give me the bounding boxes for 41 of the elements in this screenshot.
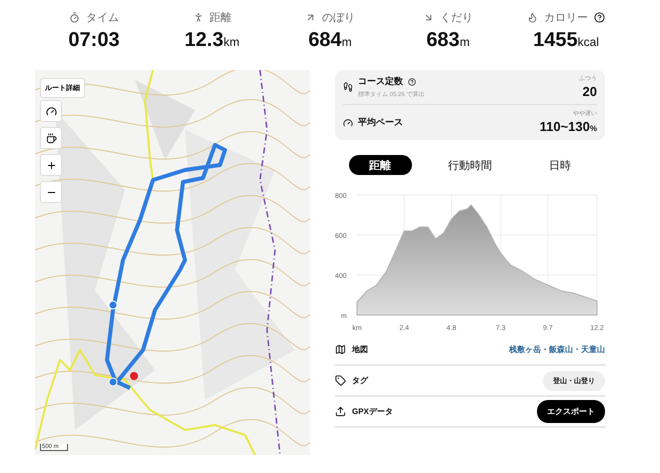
stopwatch-icon <box>69 12 80 23</box>
summary-label: 平均ペース <box>358 116 403 129</box>
cup-icon[interactable] <box>40 127 62 149</box>
help-icon[interactable] <box>408 78 416 86</box>
stat-unit: km <box>223 35 240 49</box>
walking-icon <box>192 12 204 23</box>
stat-label: タイム <box>86 11 119 25</box>
row-label: タグ <box>352 375 368 386</box>
summary-unit: % <box>590 124 597 133</box>
stat-label: カロリー <box>544 11 588 25</box>
map-icon <box>335 344 346 355</box>
stat-value: 683 <box>426 29 460 52</box>
chart-tab[interactable]: 日時 <box>528 155 592 175</box>
zoom-in-icon[interactable] <box>40 154 62 176</box>
arrow-up-right-icon <box>305 12 316 23</box>
gauge-icon[interactable] <box>40 100 62 122</box>
upload-icon <box>335 406 346 417</box>
row-label: GPXデータ <box>352 406 393 417</box>
arrow-down-right-icon <box>423 12 434 23</box>
stat-label: 距離 <box>210 11 232 25</box>
summary-value: 20 <box>582 84 597 98</box>
stat-value: 684 <box>308 29 342 52</box>
row-label: 地図 <box>352 344 368 355</box>
help-icon[interactable] <box>594 12 605 23</box>
summary-label: コース定数 <box>358 75 403 88</box>
stat-unit: kcal <box>578 35 599 49</box>
gauge-icon <box>343 118 353 128</box>
flame-icon <box>527 12 538 23</box>
stat-unit: m <box>342 35 352 49</box>
stat-value: 07:03 <box>68 29 120 52</box>
stat-value: 1455 <box>533 29 578 52</box>
summary-value: 110~130 <box>540 119 590 134</box>
stat-label: のぼり <box>322 11 355 25</box>
stat-label: くだり <box>440 11 473 25</box>
stat-value: 12.3 <box>184 29 224 52</box>
export-button[interactable]: エクスポート <box>537 400 605 423</box>
stat-unit: m <box>460 35 470 49</box>
chart-tab[interactable]: 行動時間 <box>438 155 502 175</box>
chart-tab[interactable]: 距離 <box>348 155 412 175</box>
tag-icon <box>335 375 346 386</box>
map-link[interactable]: 栈敷ヶ岳・飯森山・天童山 <box>509 344 605 355</box>
